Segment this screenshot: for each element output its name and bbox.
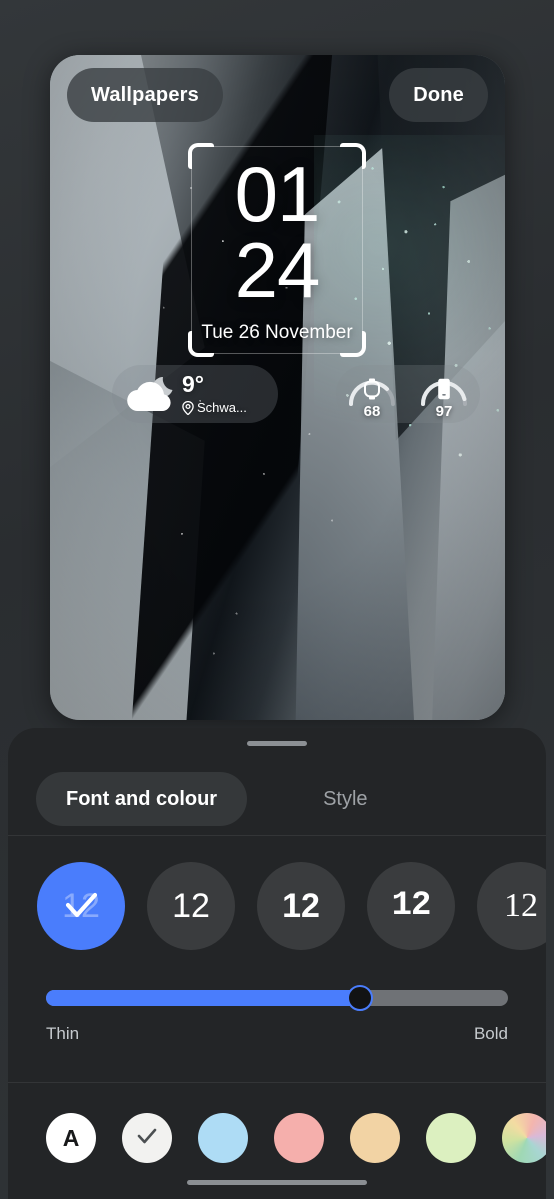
slider-min-label: Thin (46, 1024, 80, 1043)
battery-value-watch: 68 (363, 403, 381, 420)
done-button-label: Done (413, 83, 464, 106)
font-sample: 12 (504, 887, 538, 924)
colour-swatch-gradient[interactable] (502, 1113, 546, 1163)
divider (8, 835, 546, 836)
clock-minutes: 24 (234, 226, 321, 315)
check-icon (132, 1121, 162, 1156)
slider-track[interactable] (46, 985, 508, 1011)
done-button[interactable]: Done (389, 68, 488, 122)
screen: Wallpapers Done 01 24 Tue 26 November 9°… (0, 0, 554, 1199)
battery-widget[interactable]: 68 97 (336, 365, 480, 423)
clock-widget[interactable]: 01 24 Tue 26 November (188, 143, 366, 357)
battery-value-phone: 97 (435, 403, 453, 420)
colour-swatch-auto-label: A (62, 1124, 80, 1151)
colour-swatch-light-blue[interactable] (198, 1113, 248, 1163)
clock-date: Tue 26 November (201, 322, 353, 343)
battery-item-phone[interactable]: 97 (415, 370, 473, 420)
weather-widget[interactable]: 9° Schwa... (112, 365, 278, 423)
slider-max-label: Bold (473, 1024, 508, 1043)
wallpaper-preview-card[interactable]: Wallpapers Done 01 24 Tue 26 November 9°… (50, 55, 505, 720)
colour-swatches-row[interactable]: A (8, 1098, 546, 1178)
clock-time: 01 24 (191, 150, 363, 315)
wallpapers-button-label: Wallpapers (91, 83, 199, 106)
font-option-5[interactable]: 12 (477, 862, 546, 950)
slider-knob[interactable] (347, 985, 374, 1011)
colour-swatch-salmon[interactable] (274, 1113, 324, 1163)
watch-icon (343, 378, 401, 400)
slider-labels: Thin Bold (46, 1024, 508, 1044)
tab-style[interactable]: Style (293, 772, 397, 826)
location-pin-icon (182, 400, 194, 415)
weather-text: 9° Schwa... (182, 371, 247, 416)
colour-swatch-peach[interactable] (350, 1113, 400, 1163)
home-gesture-bar[interactable] (187, 1180, 367, 1185)
font-sample: 12 (282, 886, 320, 925)
tab-font-and-colour-label: Font and colour (66, 787, 218, 810)
tab-font-and-colour[interactable]: Font and colour (36, 772, 248, 826)
font-sample: 12 (391, 887, 432, 925)
phone-icon (415, 378, 473, 400)
weather-location-label: Schwa... (197, 400, 247, 415)
editor-tabs: Font and colour Style (8, 768, 546, 830)
battery-item-watch[interactable]: 68 (343, 370, 401, 420)
editor-sheet: Font and colour Style 12 12 12 12 12 Thi… (8, 728, 546, 1199)
wallpapers-button[interactable]: Wallpapers (67, 68, 223, 122)
clock-hours: 01 (234, 150, 321, 238)
cloud-moon-icon (122, 371, 180, 417)
weather-temperature: 9° (182, 371, 204, 397)
font-option-3[interactable]: 12 (257, 862, 345, 950)
slider-fill (46, 990, 361, 1006)
sheet-grabber[interactable] (247, 741, 307, 746)
colour-swatch-light-green[interactable] (426, 1113, 476, 1163)
tab-style-label: Style (323, 787, 368, 810)
divider (8, 1082, 546, 1083)
colour-swatch-white-selected[interactable] (122, 1113, 172, 1163)
font-option-2[interactable]: 12 (147, 862, 235, 950)
font-weight-slider[interactable]: Thin Bold (46, 985, 508, 1044)
check-icon (37, 862, 125, 950)
font-option-4[interactable]: 12 (367, 862, 455, 950)
font-option-selected[interactable]: 12 (37, 862, 125, 950)
colour-swatch-auto[interactable]: A (46, 1113, 96, 1163)
font-options-row[interactable]: 12 12 12 12 12 (8, 856, 546, 956)
weather-location: Schwa... (182, 400, 247, 415)
font-sample: 12 (172, 886, 210, 925)
